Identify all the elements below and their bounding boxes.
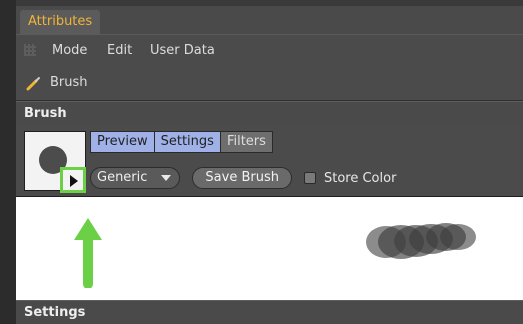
menu-user-data[interactable]: User Data bbox=[150, 43, 215, 58]
settings-section-header: Settings bbox=[16, 300, 523, 324]
brush-icon bbox=[26, 77, 40, 91]
green-arrow-icon bbox=[74, 218, 102, 288]
tab-attributes[interactable]: Attributes bbox=[20, 10, 101, 34]
left-edge bbox=[0, 0, 16, 323]
preset-value: Generic bbox=[97, 170, 148, 185]
play-icon bbox=[70, 175, 78, 187]
menu-edit[interactable]: Edit bbox=[107, 43, 132, 58]
chevron-down-icon bbox=[161, 175, 172, 181]
tab-preview[interactable]: Preview bbox=[90, 131, 154, 153]
store-color-label: Store Color bbox=[323, 170, 397, 186]
object-label: Brush bbox=[50, 75, 88, 90]
menu-bar: Mode Edit User Data bbox=[16, 34, 523, 68]
save-brush-button[interactable]: Save Brush bbox=[192, 167, 292, 189]
tab-settings[interactable]: Settings bbox=[153, 131, 220, 153]
brush-section-title: Brush bbox=[24, 106, 67, 121]
menu-mode[interactable]: Mode bbox=[52, 43, 87, 58]
store-color-toggle[interactable]: Store Color bbox=[303, 170, 397, 186]
brush-controls: Generic Save Brush Store Color bbox=[90, 167, 396, 189]
brush-tabs: Preview Settings Filters bbox=[90, 131, 273, 153]
grip-icon[interactable] bbox=[24, 44, 36, 56]
tab-filters[interactable]: Filters bbox=[219, 131, 273, 153]
settings-section-title: Settings bbox=[24, 305, 86, 320]
object-row: Brush bbox=[16, 66, 523, 101]
store-color-checkbox[interactable] bbox=[303, 172, 316, 184]
brush-section-header: Brush bbox=[16, 101, 523, 126]
preset-dropdown[interactable]: Generic bbox=[90, 167, 181, 189]
